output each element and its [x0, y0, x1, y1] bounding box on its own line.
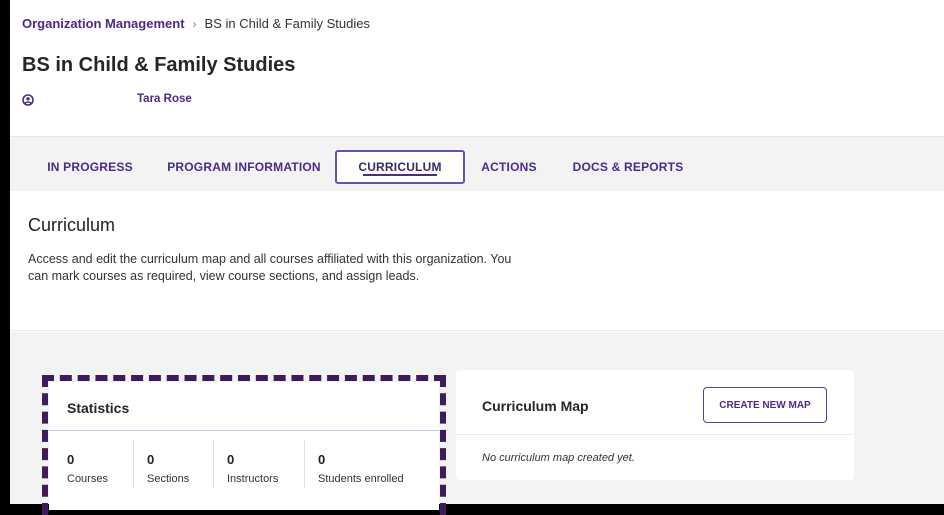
curriculum-map-divider [456, 434, 854, 435]
stat-students-enrolled-label: Students enrolled [318, 473, 404, 485]
statistics-divider [49, 430, 439, 431]
stat-separator [304, 440, 305, 488]
tab-curriculum[interactable]: CURRICULUM [335, 150, 465, 184]
tab-docs-reports[interactable]: DOCS & REPORTS [566, 150, 690, 184]
breadcrumb-separator: › [192, 16, 197, 31]
curriculum-map-card: Curriculum Map CREATE NEW MAP No curricu… [456, 370, 854, 480]
breadcrumb-organization-management[interactable]: Organization Management [22, 16, 185, 31]
create-new-map-button[interactable]: CREATE NEW MAP [703, 387, 827, 423]
stat-instructors-value: 0 [227, 452, 235, 467]
statistics-title: Statistics [67, 400, 130, 416]
tab-bar: IN PROGRESS PROGRAM INFORMATION CURRICUL… [10, 136, 944, 191]
curriculum-map-title: Curriculum Map [482, 398, 589, 414]
statistics-card: Statistics 0 Courses 0 Sections 0 Instru… [49, 382, 439, 510]
curriculum-content-area: Statistics 0 Courses 0 Sections 0 Instru… [10, 332, 944, 515]
stat-sections-label: Sections [147, 473, 190, 485]
stat-courses: 0 Courses [67, 452, 108, 485]
stat-instructors-label: Instructors [227, 473, 279, 485]
owner-name-link[interactable]: Tara Rose [137, 93, 192, 105]
stat-instructors: 0 Instructors [227, 452, 278, 485]
page-header: Organization Management › BS in Child & … [10, 0, 944, 136]
app-frame: Organization Management › BS in Child & … [10, 0, 944, 515]
curriculum-heading: Curriculum [28, 215, 116, 235]
tab-actions[interactable]: ACTIONS [476, 150, 542, 184]
stat-students-enrolled: 0 Students enrolled [318, 452, 404, 485]
stat-separator [133, 440, 134, 488]
breadcrumb-current: BS in Child & Family Studies [204, 16, 370, 31]
user-circle-icon [22, 93, 34, 106]
curriculum-map-empty-message: No curriculum map created yet. [482, 452, 635, 464]
tab-program-information[interactable]: PROGRAM INFORMATION [160, 150, 328, 184]
page-title: BS in Child & Family Studies [22, 54, 296, 76]
curriculum-description: Access and edit the curriculum map and a… [28, 252, 512, 283]
stat-sections-value: 0 [147, 452, 155, 467]
curriculum-overview-panel: Curriculum Access and edit the curriculu… [10, 191, 944, 331]
tab-in-progress[interactable]: IN PROGRESS [40, 150, 140, 184]
stat-students-enrolled-value: 0 [318, 452, 326, 467]
stat-separator [213, 440, 214, 488]
breadcrumb: Organization Management › BS in Child & … [22, 16, 370, 31]
stat-courses-value: 0 [67, 452, 75, 467]
owner-row: Tara Rose [22, 93, 192, 106]
stat-sections: 0 Sections [147, 452, 189, 485]
stat-courses-label: Courses [67, 473, 108, 485]
